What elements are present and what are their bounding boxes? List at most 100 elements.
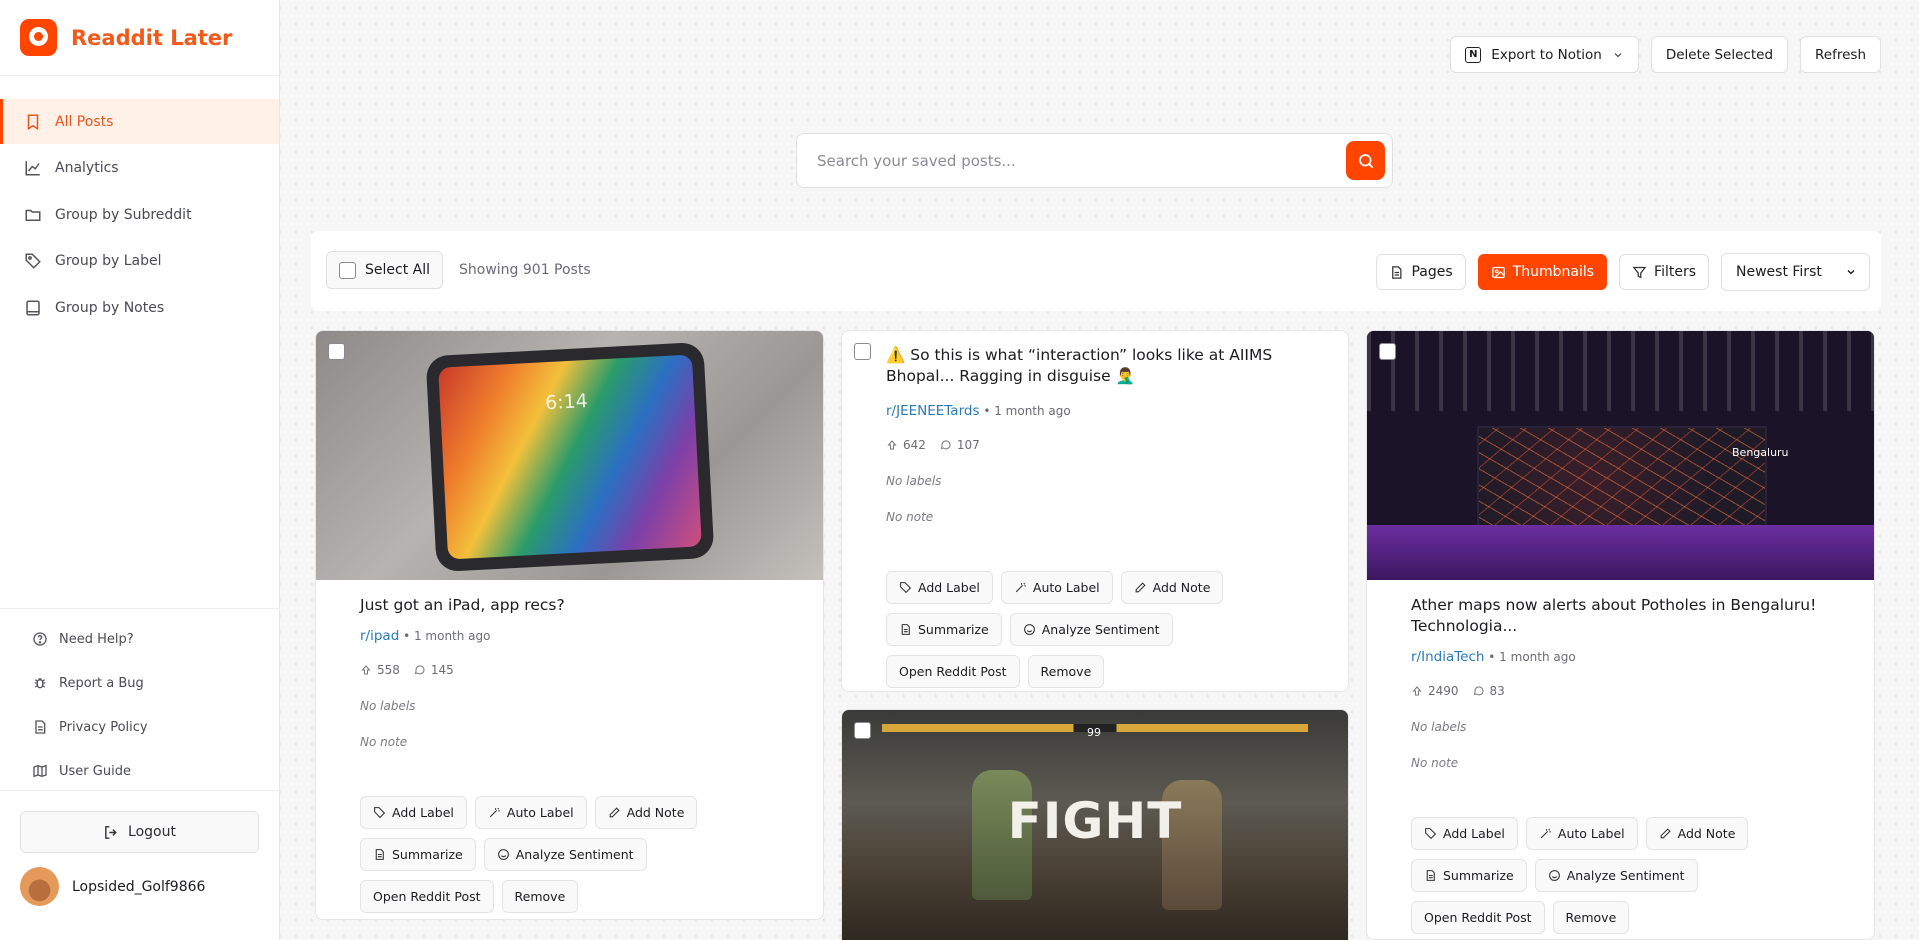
filters-button[interactable]: Filters <box>1619 254 1709 290</box>
add-label-button[interactable]: Add Label <box>886 571 993 604</box>
select-all-checkbox[interactable]: Select All <box>326 251 443 289</box>
document-icon <box>1426 870 1435 881</box>
sidebar-item-label: Group by Subreddit <box>55 206 192 223</box>
header-actions: N Export to Notion Delete Selected Refre… <box>1450 36 1881 73</box>
post-stats: 2490 83 <box>1411 684 1830 698</box>
post-note: No note <box>1411 756 1459 770</box>
auto-label-button[interactable]: Auto Label <box>1525 817 1638 850</box>
pages-view-button[interactable]: Pages <box>1376 254 1466 290</box>
logout-button[interactable]: Logout <box>20 811 259 853</box>
button-label: Auto Label <box>1557 826 1625 841</box>
sidebar-item-group-label[interactable]: Group by Label <box>0 239 279 284</box>
search-button[interactable] <box>1346 141 1385 180</box>
button-label: Analyze Sentiment <box>1566 868 1685 883</box>
analyze-sentiment-button[interactable]: Analyze Sentiment <box>1009 613 1173 646</box>
summarize-button[interactable]: Summarize <box>360 838 476 871</box>
post-select-checkbox[interactable] <box>854 343 871 360</box>
sidebar-item-all-posts[interactable]: All Posts <box>0 99 279 144</box>
post-title[interactable]: Just got an iPad, app recs? <box>360 595 779 616</box>
button-label: Add Label <box>392 805 454 820</box>
subreddit-link[interactable]: r/ipad <box>360 628 399 644</box>
sidebar-item-label: All Posts <box>55 113 114 130</box>
document-icon <box>901 624 910 635</box>
thumbnails-view-button[interactable]: Thumbnails <box>1477 254 1608 290</box>
upvote-icon <box>361 665 371 675</box>
post-select-checkbox[interactable] <box>328 343 345 360</box>
button-label: Add Note <box>1677 826 1736 841</box>
brand[interactable]: Readdit Later <box>0 0 279 76</box>
need-help-link[interactable]: Need Help? <box>0 617 280 661</box>
sidebar-item-label: Group by Label <box>55 253 162 270</box>
analyze-sentiment-button[interactable]: Analyze Sentiment <box>483 838 647 871</box>
thumbnails-label: Thumbnails <box>1512 264 1595 280</box>
post-labels: No labels <box>360 699 416 713</box>
sidebar-item-analytics[interactable]: Analytics <box>0 146 279 191</box>
footer-link-label: Report a Bug <box>59 675 144 691</box>
open-reddit-post-button[interactable]: Open Reddit Post <box>360 880 494 913</box>
sidebar-item-group-subreddit[interactable]: Group by Subreddit <box>0 192 279 237</box>
search-icon <box>1358 153 1373 168</box>
button-label: Open Reddit Post <box>899 664 1007 679</box>
edit-icon <box>1135 582 1146 593</box>
checkbox[interactable] <box>339 261 356 279</box>
add-note-button[interactable]: Add Note <box>1645 817 1749 850</box>
post-title[interactable]: Ather maps now alerts about Potholes in … <box>1411 595 1830 637</box>
post-thumbnail[interactable]: 6:14 <box>316 331 823 580</box>
help-circle-icon <box>32 631 48 647</box>
post-select-checkbox[interactable] <box>1379 343 1396 360</box>
user-guide-link[interactable]: User Guide <box>0 749 280 793</box>
auto-label-button[interactable]: Auto Label <box>474 796 587 829</box>
sidebar-footer-links: Need Help? Report a Bug Privacy Policy U… <box>0 608 280 793</box>
post-meta: r/ipad • 1 month ago <box>360 628 779 644</box>
ipad-image: 6:14 <box>425 341 715 573</box>
chevron-down-icon <box>1847 270 1855 275</box>
delete-selected-button[interactable]: Delete Selected <box>1650 36 1789 73</box>
add-note-button[interactable]: Add Note <box>594 796 698 829</box>
post-select-checkbox[interactable] <box>854 722 871 739</box>
button-label: Open Reddit Post <box>373 889 481 904</box>
post-title[interactable]: ⚠️ So this is what “interaction” looks l… <box>886 345 1304 387</box>
post-actions: Add Label Auto Label Add Note Summarize … <box>360 796 779 913</box>
search-input[interactable] <box>817 151 1346 170</box>
tag-icon <box>374 807 386 819</box>
add-label-button[interactable]: Add Label <box>1411 817 1518 850</box>
app-logo-icon <box>20 19 57 56</box>
add-note-button[interactable]: Add Note <box>1120 571 1224 604</box>
footer-link-label: Need Help? <box>59 631 134 647</box>
sidebar-bottom: Logout Lopsided_Golf9866 <box>0 790 280 906</box>
post-meta: r/JEENEETards • 1 month ago <box>886 403 1304 419</box>
remove-button[interactable]: Remove <box>501 880 579 913</box>
sort-value: Newest First <box>1736 264 1822 280</box>
export-to-notion-button[interactable]: N Export to Notion <box>1450 36 1639 73</box>
add-label-button[interactable]: Add Label <box>360 796 467 829</box>
subreddit-link[interactable]: r/IndiaTech <box>1411 649 1484 665</box>
post-note: No note <box>886 510 934 524</box>
report-bug-link[interactable]: Report a Bug <box>0 661 280 705</box>
avatar <box>20 867 59 906</box>
button-label: Add Label <box>918 580 980 595</box>
privacy-policy-link[interactable]: Privacy Policy <box>0 705 280 749</box>
user-profile[interactable]: Lopsided_Golf9866 <box>20 867 260 906</box>
search-bar <box>796 133 1393 188</box>
remove-button[interactable]: Remove <box>1027 655 1105 688</box>
auto-label-button[interactable]: Auto Label <box>1000 571 1113 604</box>
open-reddit-post-button[interactable]: Open Reddit Post <box>886 655 1020 688</box>
comment-count: 145 <box>430 663 454 677</box>
sort-select[interactable]: Newest First <box>1721 253 1870 291</box>
analyze-sentiment-button[interactable]: Analyze Sentiment <box>1534 859 1698 892</box>
button-label: Summarize <box>1443 868 1514 883</box>
subreddit-link[interactable]: r/JEENEETards <box>886 403 980 419</box>
remove-button[interactable]: Remove <box>1552 901 1630 934</box>
post-thumbnail[interactable]: 99 FIGHT <box>842 710 1348 940</box>
summarize-button[interactable]: Summarize <box>886 613 1002 646</box>
chevron-down-icon <box>1614 52 1622 57</box>
post-thumbnail[interactable]: Bengaluru <box>1367 331 1874 580</box>
open-reddit-post-button[interactable]: Open Reddit Post <box>1411 901 1545 934</box>
sidebar-item-label: Analytics <box>55 160 119 177</box>
summarize-button[interactable]: Summarize <box>1411 859 1527 892</box>
button-label: Add Note <box>626 805 685 820</box>
thumbnail-text: 6:14 <box>544 390 589 415</box>
sidebar-item-group-notes[interactable]: Group by Notes <box>0 285 279 330</box>
refresh-button[interactable]: Refresh <box>1800 36 1881 73</box>
bookmark-icon <box>24 113 42 131</box>
